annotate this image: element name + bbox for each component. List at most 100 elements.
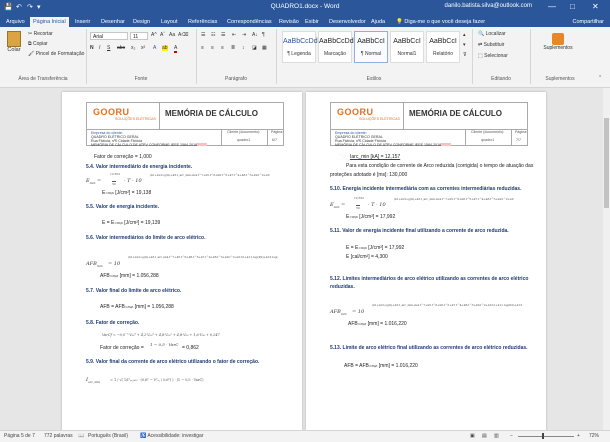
focus-mode-icon[interactable]: ▣ <box>470 433 475 439</box>
bullets-icon[interactable]: ☰ <box>201 32 205 38</box>
tab-design[interactable]: Design <box>130 17 153 27</box>
document-canvas[interactable]: GOORU SOLUÇÕES ELÉTRICAS MEMÓRIA DE CÁLC… <box>0 88 603 430</box>
shrink-font-button[interactable]: Aˇ <box>160 32 165 38</box>
show-marks-button[interactable]: ¶ <box>262 32 265 38</box>
font-color-button[interactable]: A <box>174 45 178 53</box>
tab-revisao[interactable]: Revisão <box>276 17 302 27</box>
maximize-button[interactable]: □ <box>570 2 575 11</box>
collapse-ribbon-icon[interactable]: ⌃ <box>598 75 602 81</box>
tab-desenhar[interactable]: Desenhar <box>98 17 128 27</box>
style-normal1[interactable]: AaBbCcI Normal1 <box>390 31 424 63</box>
style-marcacao[interactable]: AaBbCcDd Marcação <box>318 31 354 63</box>
highlight-button[interactable]: ab <box>162 45 168 51</box>
tab-pagina-inicial[interactable]: Página Inicial <box>30 17 69 27</box>
tab-exibir[interactable]: Exibir <box>302 17 322 27</box>
word-count[interactable]: 772 palavras <box>44 433 73 439</box>
zoom-slider-thumb[interactable] <box>542 433 544 439</box>
copy-button[interactable]: ⧉ Copiar <box>28 41 48 47</box>
tab-desenvolvedor[interactable]: Desenvolvedor <box>326 17 369 27</box>
vertical-scrollbar[interactable] <box>603 88 610 430</box>
font-name-select[interactable]: Arial <box>90 32 128 40</box>
section-heading: 5.8. Fator de correção. <box>86 320 140 326</box>
language[interactable]: Português (Brasil) <box>88 433 128 439</box>
section-heading: 5.7. Valor final do limite de arco elétr… <box>86 288 182 294</box>
company-logo: GOORU <box>93 107 130 117</box>
formula-exponent: (k1+k2·log(G)+k3·I_arc_min+k4·I^7+k5·I^6… <box>372 303 522 307</box>
zoom-slider[interactable] <box>518 436 574 437</box>
page-right[interactable]: GOORU SOLUÇÕES ELÉTRICAS MEMÓRIA DE CÁLC… <box>306 92 546 430</box>
styles-scroll-down-icon[interactable]: ▾ <box>463 42 466 48</box>
zoom-out-button[interactable]: − <box>510 433 513 439</box>
decrease-indent-icon[interactable]: ⇤ <box>232 32 236 38</box>
multilevel-list-icon[interactable]: ☰ <box>221 32 225 38</box>
page-label: Página: <box>515 130 528 134</box>
tab-inserir[interactable]: Inserir <box>72 17 93 27</box>
subscript-button[interactable]: x₂ <box>131 45 135 51</box>
page-number: 7/7 <box>516 138 521 142</box>
tell-me-search[interactable]: 💡 Diga-me o que você deseja fazer <box>396 17 485 27</box>
shading-icon[interactable]: ◪ <box>252 45 257 51</box>
style-normal[interactable]: AaBbCcI ¶ Normal <box>354 31 388 63</box>
style-name: Marcação <box>324 51 346 57</box>
justify-icon[interactable]: ≣ <box>231 45 235 51</box>
numbering-icon[interactable]: ☷ <box>211 32 215 38</box>
select-button[interactable]: ⬚ Selecionar <box>478 53 508 59</box>
styles-more-icon[interactable]: ⊽ <box>463 52 467 58</box>
style-legenda[interactable]: AaBbCcDd ¶ Legenda <box>282 31 318 63</box>
fraction-numerator: 12,552 <box>354 196 364 200</box>
find-button[interactable]: 🔍 Localizar <box>478 31 506 37</box>
tab-ajuda[interactable]: Ajuda <box>368 17 388 27</box>
grow-font-button[interactable]: A^ <box>151 32 157 38</box>
print-layout-icon[interactable]: ▥ <box>494 433 499 439</box>
format-painter-button[interactable]: 🖌 Pincel de Formatação <box>28 51 84 57</box>
superscript-button[interactable]: x² <box>141 45 145 51</box>
line-spacing-icon[interactable]: ↕ <box>242 45 245 51</box>
read-mode-icon[interactable]: ▤ <box>482 433 487 439</box>
paste-label: Colar <box>7 47 21 53</box>
increase-indent-icon[interactable]: ⇥ <box>242 32 246 38</box>
clear-format-button[interactable]: A⌫ <box>178 32 188 38</box>
correction-factor-value: = 0,862 <box>182 345 199 351</box>
tab-arquivo[interactable]: Arquivo <box>3 17 28 27</box>
zoom-level[interactable]: 72% <box>589 433 599 439</box>
afb-final: AFB = AFB₌ₘᵢₙ [mm] = 1.016,220 <box>344 363 418 369</box>
text-effects-button[interactable]: A <box>153 45 156 51</box>
divider <box>221 129 222 145</box>
iarc-min-value: Iarc_min [kA] = 12,157 <box>350 154 401 160</box>
accessibility-status[interactable]: ♿ Acessibilidade: investigar <box>140 433 203 439</box>
paste-button[interactable]: Colar <box>4 31 24 53</box>
cut-label: Recortar <box>33 31 53 37</box>
proofing-icon[interactable]: 📖 <box>78 433 84 439</box>
share-button[interactable]: Compartilhar <box>573 17 604 27</box>
strikethrough-button[interactable]: abc <box>117 45 125 51</box>
afb-result: AFB₌ₘᵢₙ [mm] = 1.016,220 <box>348 321 407 327</box>
change-case-button[interactable]: Aa <box>169 32 175 38</box>
bold-button[interactable]: N <box>90 45 94 51</box>
borders-icon[interactable]: ▦ <box>262 45 267 51</box>
page-left[interactable]: GOORU SOLUÇÕES ELÉTRICAS MEMÓRIA DE CÁLC… <box>62 92 302 430</box>
replace-button[interactable]: ⇄ Substituir <box>478 42 504 48</box>
page-header: GOORU SOLUÇÕES ELÉTRICAS MEMÓRIA DE CÁLC… <box>330 102 528 147</box>
font-size-select[interactable]: 11 <box>130 32 148 40</box>
search-icon: 🔍 <box>478 31 486 37</box>
user-account[interactable]: danilo.batista.silva@outlook.com <box>445 3 532 9</box>
cut-button[interactable]: ✂ Recortar <box>28 31 53 37</box>
supplements-button[interactable]: Suplementos <box>536 33 580 51</box>
tab-correspondencias[interactable]: Correspondências <box>224 17 275 27</box>
align-right-icon[interactable]: ≡ <box>221 45 224 51</box>
align-left-icon[interactable]: ≡ <box>201 45 204 51</box>
sort-button[interactable]: A↓ <box>252 32 258 38</box>
italic-button[interactable]: I <box>99 45 100 51</box>
styles-scroll-up-icon[interactable]: ▴ <box>463 32 466 38</box>
tab-referencias[interactable]: Referências <box>185 17 220 27</box>
underline-button[interactable]: S <box>107 45 110 51</box>
style-relatorio[interactable]: AaBbCcI Relatório <box>426 31 460 63</box>
align-center-icon[interactable]: ≡ <box>211 45 214 51</box>
scrollbar-thumb[interactable] <box>604 118 609 208</box>
page-count[interactable]: Página 5 de 7 <box>4 433 35 439</box>
tab-layout[interactable]: Layout <box>158 17 181 27</box>
ribbon-tabs: Arquivo Página Inicial Inserir Desenhar … <box>0 16 610 27</box>
minimize-button[interactable]: — <box>548 2 556 11</box>
zoom-in-button[interactable]: + <box>577 433 580 439</box>
close-button[interactable]: ✕ <box>592 2 599 11</box>
